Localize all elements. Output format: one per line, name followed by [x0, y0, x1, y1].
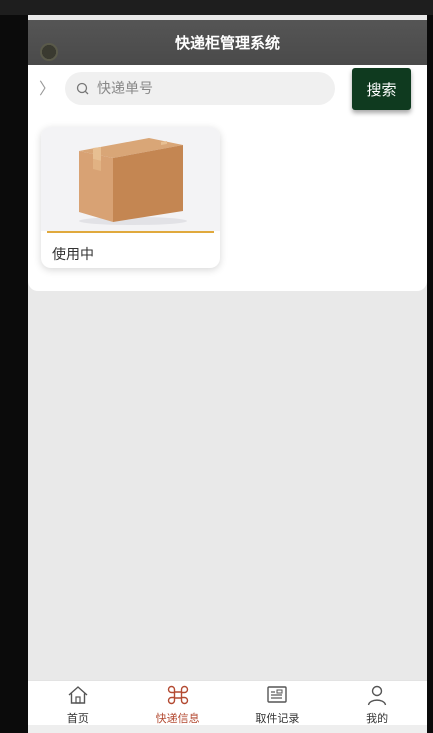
nav-item-pickup-records[interactable]: 取件记录	[228, 681, 328, 726]
search-box[interactable]	[65, 72, 335, 105]
nav-item-profile[interactable]: 我的	[327, 681, 427, 726]
command-icon	[167, 685, 188, 705]
card-status-label: 使用中	[52, 247, 94, 263]
box-image	[41, 127, 220, 231]
search-button-label: 搜索	[366, 80, 397, 99]
nav-label-home: 首页	[66, 712, 89, 725]
main-content: 〉 搜索	[28, 65, 427, 291]
search-input[interactable]	[95, 79, 319, 98]
top-strip	[0, 0, 433, 15]
card-divider	[47, 231, 214, 233]
nav-item-home[interactable]: 首页	[28, 681, 128, 726]
nav-item-express-info[interactable]: 快递信息	[128, 681, 228, 726]
search-button[interactable]: 搜索	[352, 68, 411, 110]
bottom-strip	[28, 725, 427, 733]
locker-card[interactable]: 使用中	[41, 127, 220, 268]
home-icon	[68, 686, 88, 704]
title-bar: 快递柜管理系统	[28, 20, 427, 65]
app-screen: 快递柜管理系统 〉 搜索	[28, 15, 427, 733]
record-icon	[267, 686, 288, 703]
user-icon	[367, 685, 387, 706]
nav-label-pickup-records: 取件记录	[255, 712, 300, 725]
page-title: 快递柜管理系统	[174, 34, 280, 52]
search-icon	[76, 82, 89, 94]
camera-dot	[40, 43, 58, 61]
bottom-nav: 首页 快递信息 取件记录 我的	[28, 680, 427, 726]
box-icon	[79, 138, 187, 225]
chevron-right-icon[interactable]: 〉	[39, 75, 55, 99]
nav-label-express-info: 快递信息	[155, 712, 200, 725]
nav-label-profile: 我的	[366, 712, 389, 725]
